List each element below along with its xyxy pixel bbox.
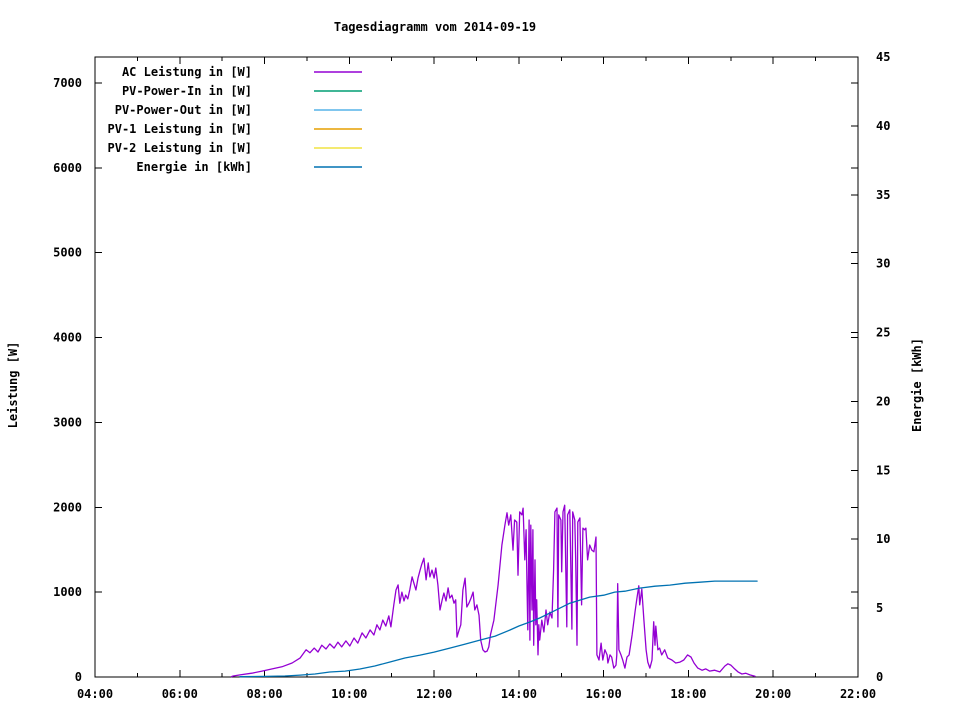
y-left-axis-title: Leistung [W] [6,342,20,429]
y-left-tick-label: 3000 [53,415,82,429]
x-tick-label: 20:00 [755,687,791,701]
y-right-tick-label: 10 [876,532,890,546]
y-right-tick-label: 15 [876,463,890,477]
x-tick-label: 12:00 [416,687,452,701]
y-right-axis-tick-labels: 0 5 10 15 20 25 30 35 40 45 [876,50,890,684]
legend-item: PV-Power-Out in [W] [115,103,362,117]
y-left-tick-label: 4000 [53,331,82,345]
legend-item-label: Energie in [kWh] [136,160,252,174]
legend-item: Energie in [kWh] [136,160,362,174]
y-right-tick-label: 20 [876,394,890,408]
x-tick-label: 16:00 [586,687,622,701]
legend-item: PV-Power-In in [W] [122,84,362,98]
y-right-tick-label: 40 [876,119,890,133]
y-left-tick-label: 5000 [53,246,82,260]
x-axis-tick-labels: 04:00 06:00 08:00 10:00 12:00 14:00 16:00 18:00… [77,687,876,701]
y-right-tick-label: 25 [876,326,890,340]
legend-item-label: PV-Power-In in [W] [122,84,252,98]
legend-item-label: PV-1 Leistung in [W] [108,122,253,136]
x-tick-label: 18:00 [670,687,706,701]
x-tick-label: 06:00 [162,687,198,701]
y-left-tick-label: 2000 [53,500,82,514]
chart-title: Tagesdiagramm vom 2014-09-19 [334,20,536,34]
y-left-tick-label: 1000 [53,585,82,599]
y-left-tick-label: 6000 [53,161,82,175]
y-right-axis-ticks [851,56,858,609]
y-left-tick-label: 0 [75,670,82,684]
y-right-tick-label: 45 [876,50,890,64]
x-tick-label: 08:00 [246,687,282,701]
x-tick-label: 10:00 [331,687,367,701]
legend-item-label: PV-Power-Out in [W] [115,103,252,117]
legend-item-label: PV-2 Leistung in [W] [108,141,253,155]
y-right-tick-label: 30 [876,257,890,271]
ac-power-line [230,504,756,678]
y-left-tick-label: 7000 [53,76,82,90]
chart-canvas: Tagesdiagramm vom 2014-09-19 Leistung [W… [0,0,960,720]
y-right-tick-label: 5 [876,601,883,615]
y-right-tick-label: 0 [876,670,883,684]
tagesdiagramm-chart: Tagesdiagramm vom 2014-09-19 Leistung [W… [6,20,924,701]
y-left-axis-tick-labels: 0 1000 2000 3000 4000 5000 6000 7000 [53,76,82,684]
y-right-axis-title: Energie [kWh] [910,338,924,432]
legend-item-label: AC Leistung in [W] [122,65,252,79]
legend-item: AC Leistung in [W] [122,65,362,79]
legend-item: PV-2 Leistung in [W] [108,141,362,155]
legend: AC Leistung in [W] PV-Power-In in [W] PV-P… [108,65,362,174]
y-right-tick-label: 35 [876,188,890,202]
data-series-lines [230,504,758,678]
legend-item: PV-1 Leistung in [W] [108,122,362,136]
x-tick-label: 22:00 [840,687,876,701]
x-tick-label: 14:00 [501,687,537,701]
x-tick-label: 04:00 [77,687,113,701]
